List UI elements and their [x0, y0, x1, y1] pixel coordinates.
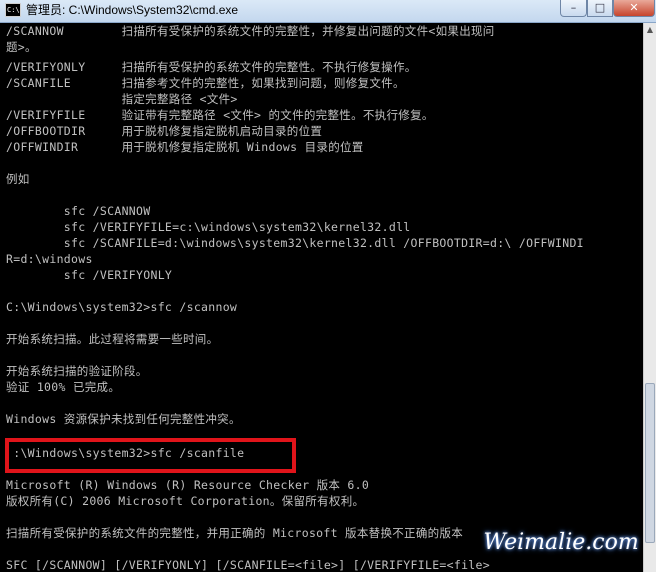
console-line: /SCANFILE 扫描参考文件的完整性，如果找到问题，则修复文件。 — [6, 76, 405, 90]
console-line: sfc /VERIFYONLY — [6, 268, 173, 282]
console-output[interactable]: /SCANNOW 扫描所有受保护的系统文件的完整性，并修复出问题的文件<如果出现… — [0, 23, 643, 572]
console-line: sfc /SCANFILE=d:\windows\system32\kernel… — [6, 236, 584, 250]
scroll-up-arrow-icon[interactable]: ▲ — [644, 23, 656, 37]
console-line: 版权所有(C) 2006 Microsoft Corporation。保留所有权… — [6, 494, 365, 508]
vertical-scrollbar[interactable]: ▲ — [643, 23, 656, 572]
console-line: Microsoft (R) Windows (R) Resource Check… — [6, 478, 370, 492]
title-bar[interactable]: C:\ 管理员: C:\Windows\System32\cmd.exe – □… — [0, 0, 656, 23]
console-line: /VERIFYONLY 扫描所有受保护的系统文件的完整性。不执行修复操作。 — [6, 60, 417, 74]
maximize-button[interactable]: □ — [587, 0, 613, 17]
console-line: 题>。 — [6, 40, 37, 54]
window-title: 管理员: C:\Windows\System32\cmd.exe — [26, 3, 239, 17]
cmd-app-icon: C:\ — [5, 3, 21, 17]
console-line: 指定完整路径 <文件> — [6, 92, 238, 106]
watermark-logo: Weimalie.com — [483, 530, 639, 555]
console-line: SFC [/SCANNOW] [/VERIFYONLY] [/SCANFILE=… — [6, 558, 490, 572]
console-line: 例如 — [6, 172, 30, 186]
console-line: /OFFBOOTDIR 用于脱机修复指定脱机启动目录的位置 — [6, 124, 323, 138]
console-line: 验证 100% 已完成。 — [6, 380, 121, 394]
console-line: /OFFWINDIR 用于脱机修复指定脱机 Windows 目录的位置 — [6, 140, 364, 154]
console-line: C:\Windows\system32>sfc /scannow — [6, 300, 238, 314]
console-line: /VERIFYFILE 验证带有完整路径 <文件> 的文件的完整性。不执行修复。 — [6, 108, 434, 122]
console-line: sfc /SCANNOW — [6, 204, 151, 218]
console-line: 开始系统扫描的验证阶段。 — [6, 364, 148, 378]
close-button[interactable]: ✕ — [613, 0, 655, 17]
console-line: sfc /VERIFYFILE=c:\windows\system32\kern… — [6, 220, 411, 234]
console-line: 扫描所有受保护的系统文件的完整性，并用正确的 Microsoft 版本替换不正确… — [6, 526, 464, 540]
console-line: R=d:\windows — [6, 252, 93, 266]
scroll-thumb[interactable] — [645, 383, 655, 543]
console-line: 开始系统扫描。此过程将需要一些时间。 — [6, 332, 219, 346]
minimize-button[interactable]: – — [560, 0, 587, 17]
console-line: /SCANNOW 扫描所有受保护的系统文件的完整性，并修复出问题的文件<如果出现… — [6, 24, 495, 38]
console-line: Windows 资源保护未找到任何完整性冲突。 — [6, 412, 241, 426]
red-highlight-box — [5, 438, 296, 473]
